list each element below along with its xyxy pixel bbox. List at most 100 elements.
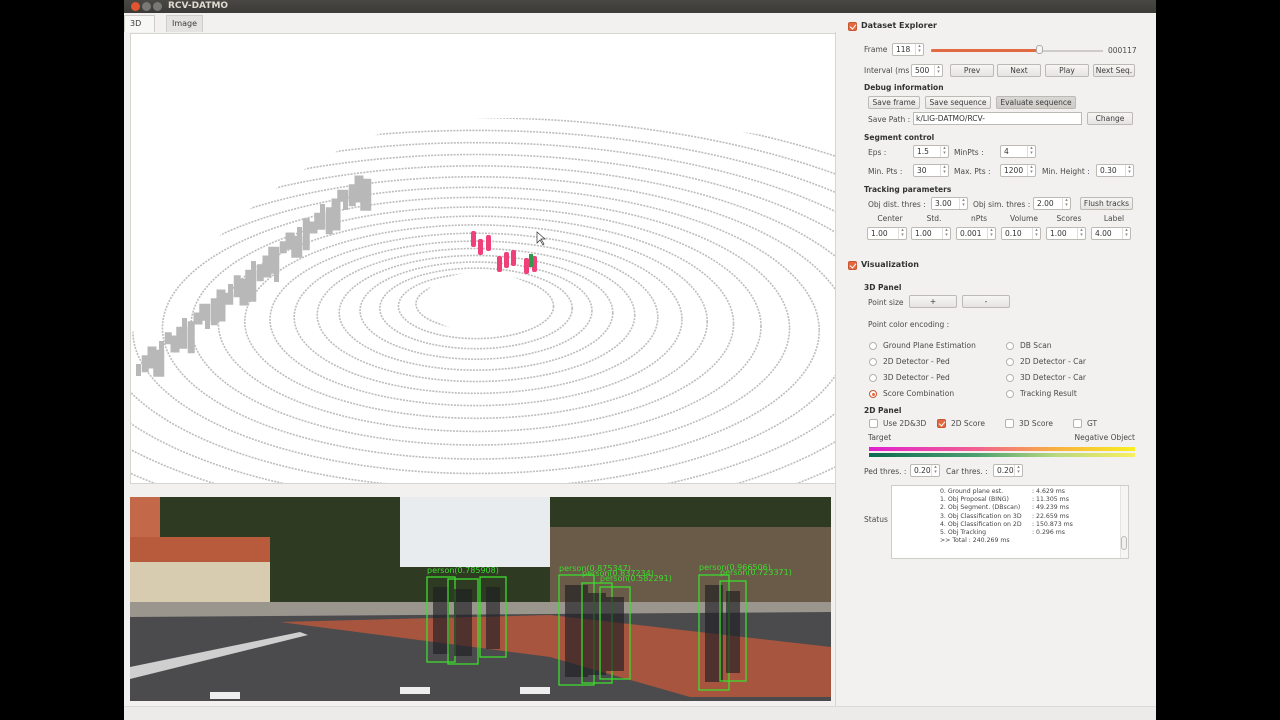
frame-label: Frame (864, 45, 888, 54)
radio-button[interactable] (1006, 374, 1014, 382)
save-sequence-button[interactable]: Save sequence (925, 96, 991, 109)
maximize-window-button[interactable] (153, 2, 162, 11)
point-cloud-3d-view[interactable] (130, 33, 836, 484)
pedestrian-cluster[interactable] (486, 235, 491, 251)
sky (400, 497, 550, 567)
weight-spinbox-npts[interactable]: 0.001 ▴ ▾ (956, 227, 996, 240)
option-label: Use 2D&3D (883, 419, 927, 428)
negative-object-cluster[interactable] (529, 254, 533, 267)
spin-arrows-icon[interactable]: ▴ ▾ (959, 198, 967, 209)
checkbox[interactable] (1005, 419, 1014, 428)
option-label: GT (1087, 419, 1098, 428)
minpts-spinbox[interactable]: 4 ▴ ▾ (1000, 145, 1036, 158)
weight-spinbox-std[interactable]: 1.00 ▴ ▾ (911, 227, 951, 240)
weight-label-scores: Scores (1056, 214, 1082, 223)
point-size-increase-button[interactable]: + (909, 295, 957, 308)
crosswalk-marking (400, 687, 430, 694)
interval-spinbox[interactable]: 500 ▴ ▾ (911, 64, 943, 77)
spin-arrows-icon[interactable]: ▴ ▾ (1032, 228, 1040, 239)
panel-3d-title: 3D Panel (864, 283, 902, 292)
eps-spinbox[interactable]: 1.5 ▴ ▾ (913, 145, 949, 158)
spin-arrows-icon[interactable]: ▴ ▾ (934, 65, 942, 76)
spin-arrows-icon[interactable]: ▴ ▾ (1062, 198, 1070, 209)
next-button[interactable]: Next (997, 64, 1041, 77)
spin-arrows-icon[interactable]: ▴ ▾ (942, 228, 950, 239)
spin-arrows-icon[interactable]: ▴ ▾ (931, 465, 939, 476)
save-frame-button[interactable]: Save frame (868, 96, 920, 109)
max-pts-spinbox[interactable]: 1200 ▴ ▾ (1000, 164, 1036, 177)
detection-label: person(0.723371) (720, 568, 792, 577)
tab-3d-view[interactable]: 3D View (124, 15, 155, 44)
flush-tracks-button[interactable]: Flush tracks (1080, 197, 1133, 210)
spin-arrows-icon[interactable]: ▴ ▾ (1027, 146, 1035, 157)
visualization-checkbox[interactable] (848, 261, 857, 270)
status-scrollbar[interactable] (1120, 486, 1128, 558)
frame-slider-handle[interactable] (1036, 45, 1044, 54)
spin-arrows-icon[interactable]: ▴ ▾ (1014, 465, 1022, 476)
save-path-input[interactable]: k/LIG-DATMO/RCV-DATMO_FullVer/DebugData/ (913, 112, 1082, 125)
spin-arrows-icon[interactable]: ▴ ▾ (1122, 228, 1130, 239)
weight-label-center: Center (877, 214, 903, 223)
checkbox[interactable] (869, 419, 878, 428)
obj-dist-value: 3.00 (935, 199, 952, 208)
ped-thres-value: 0.20 (914, 466, 931, 475)
next-sequence-button[interactable]: Next Seq. (1093, 64, 1135, 77)
weight-spinbox-volume[interactable]: 0.10 ▴ ▾ (1001, 227, 1041, 240)
minimize-window-button[interactable] (142, 2, 151, 11)
ped-thres-spinbox[interactable]: 0.20 ▴ ▾ (910, 464, 940, 477)
prev-button[interactable]: Prev (950, 64, 994, 77)
radio-button[interactable] (1006, 342, 1014, 350)
pedestrian-cluster[interactable] (478, 239, 483, 255)
encoding-label: 3D Detector - Ped (883, 373, 950, 382)
encoding-label: 2D Detector - Ped (883, 357, 950, 366)
pedestrian-cluster[interactable] (511, 250, 516, 266)
weight-spinbox-label[interactable]: 4.00 ▴ ▾ (1091, 227, 1131, 240)
negative-color-gradient (869, 453, 1135, 457)
obj-dist-spinbox[interactable]: 3.00 ▴ ▾ (931, 197, 968, 210)
view-splitter-handle[interactable] (124, 486, 836, 494)
play-button[interactable]: Play (1045, 64, 1089, 77)
pedestrian-cluster[interactable] (471, 231, 476, 247)
building-points (136, 364, 141, 376)
radio-button[interactable] (869, 342, 877, 350)
spin-arrows-icon[interactable]: ▴ ▾ (940, 146, 948, 157)
pedestrian-cluster[interactable] (524, 258, 529, 274)
pedestrian-cluster[interactable] (504, 252, 509, 268)
min-pts-spinbox[interactable]: 30 ▴ ▾ (913, 164, 949, 177)
car-thres-spinbox[interactable]: 0.20 ▴ ▾ (993, 464, 1023, 477)
spin-arrows-icon[interactable]: ▴ ▾ (1077, 228, 1085, 239)
tab-image-view[interactable]: Image View (166, 15, 204, 44)
ped-thres-label: Ped thres. : (864, 467, 907, 476)
status-scrollbar-thumb[interactable] (1121, 536, 1127, 550)
radio-button[interactable] (1006, 390, 1014, 398)
radio-button[interactable] (869, 374, 877, 382)
spin-arrows-icon[interactable]: ▴ ▾ (940, 165, 948, 176)
change-path-button[interactable]: Change (1087, 112, 1133, 125)
radio-button[interactable] (869, 358, 877, 366)
radio-button[interactable] (869, 390, 877, 398)
pedestrian-cluster[interactable] (497, 256, 502, 272)
checkbox[interactable] (937, 419, 946, 428)
point-cloud-canvas[interactable] (131, 34, 836, 484)
spin-arrows-icon[interactable]: ▴ ▾ (915, 44, 923, 55)
radio-button[interactable] (1006, 358, 1014, 366)
close-window-button[interactable] (131, 2, 140, 11)
segment-control-title: Segment control (864, 133, 935, 142)
building-points (297, 227, 302, 254)
status-log[interactable]: 0. Ground plane est.: 4.629 ms 1. Obj Pro… (891, 485, 1129, 559)
spin-arrows-icon[interactable]: ▴ ▾ (987, 228, 995, 239)
point-size-decrease-button[interactable]: - (962, 295, 1010, 308)
dataset-explorer-checkbox[interactable] (848, 22, 857, 31)
obj-sim-spinbox[interactable]: 2.00 ▴ ▾ (1033, 197, 1071, 210)
spin-arrows-icon[interactable]: ▴ ▾ (1125, 165, 1133, 176)
spin-arrows-icon[interactable]: ▴ ▾ (1027, 165, 1035, 176)
frame-spinbox[interactable]: 118 ▴ ▾ (892, 43, 924, 56)
weight-spinbox-scores[interactable]: 1.00 ▴ ▾ (1046, 227, 1086, 240)
checkbox[interactable] (1073, 419, 1082, 428)
weight-spinbox-center[interactable]: 1.00 ▴ ▾ (867, 227, 907, 240)
evaluate-sequence-button[interactable]: Evaluate sequence (996, 96, 1076, 109)
spin-arrows-icon[interactable]: ▴ ▾ (898, 228, 906, 239)
control-panel: Dataset Explorer Frame 118 ▴ ▾ 000117 Inte… (838, 14, 1156, 714)
min-height-spinbox[interactable]: 0.30 ▴ ▾ (1096, 164, 1134, 177)
status-line: 0. Ground plane est.: 4.629 ms (940, 488, 1065, 496)
